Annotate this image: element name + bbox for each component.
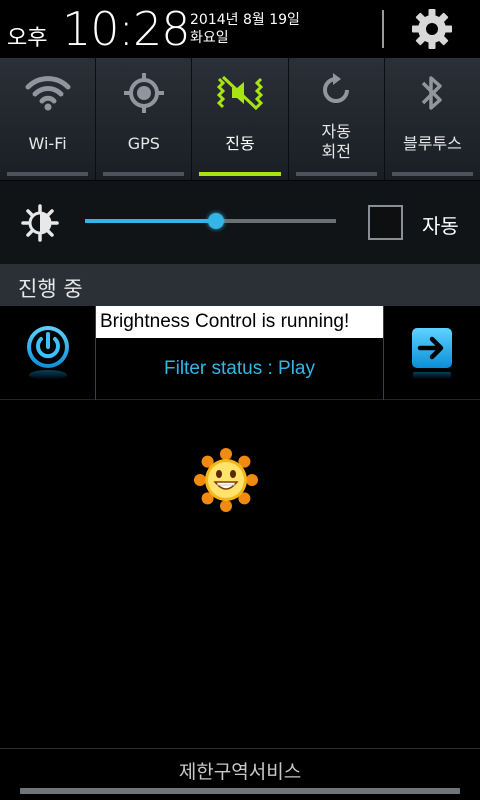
- toggle-label: 자동 회전: [321, 122, 351, 161]
- toggle-indicator: [103, 172, 185, 176]
- brightness-slider[interactable]: [85, 213, 336, 229]
- ampm-label: 오후: [7, 26, 48, 51]
- toggle-indicator: [199, 172, 281, 176]
- toggle-gps[interactable]: GPS: [96, 58, 193, 180]
- brightness-icon: [21, 204, 59, 242]
- notification-content: Brightness Control is running! Filter st…: [95, 306, 384, 400]
- settings-button[interactable]: [404, 4, 460, 54]
- power-icon: [26, 326, 69, 380]
- date-label: 2014년 8월 19일 화요일: [190, 11, 300, 47]
- drag-handle[interactable]: [20, 788, 460, 794]
- arrow-right-icon: [412, 328, 452, 379]
- auto-brightness-label: 자동: [422, 214, 459, 238]
- vibrate-icon: [216, 75, 264, 111]
- sun-mascot-icon: [194, 448, 258, 512]
- toggle-bluetooth[interactable]: 블루투스: [384, 58, 480, 180]
- toggle-label: 블루투스: [402, 134, 462, 153]
- toggle-indicator: [391, 172, 474, 176]
- brightness-row: 자동: [0, 180, 480, 264]
- carrier-label: 제한구역서비스: [178, 761, 302, 783]
- gps-icon: [123, 73, 164, 113]
- wifi-icon: [25, 76, 71, 111]
- quick-settings-panel: Wi-Fi GPS 진동 자동 회전 블루투스: [0, 58, 480, 180]
- toggle-auto-rotate[interactable]: 자동 회전: [288, 58, 385, 180]
- date-line: 2014년 8월 19일: [190, 12, 300, 28]
- slider-thumb[interactable]: [207, 213, 224, 229]
- status-header: 오후 10:28 2014년 8월 19일 화요일: [0, 0, 480, 58]
- toggle-vibrate[interactable]: 진동: [192, 58, 289, 180]
- notification-footer: 제한구역서비스: [0, 748, 480, 800]
- auto-brightness-checkbox[interactable]: [368, 205, 403, 240]
- toggle-label: GPS: [127, 134, 160, 153]
- ongoing-title: 진행 중: [18, 277, 83, 301]
- gear-icon: [412, 9, 452, 49]
- clock-time: 10:28: [62, 2, 191, 56]
- slider-fill: [85, 219, 216, 223]
- notification-status: Filter status : Play: [164, 358, 315, 379]
- notification-title: Brightness Control is running!: [96, 306, 383, 338]
- weekday-line: 화요일: [190, 30, 229, 46]
- toggle-label: 진동: [225, 134, 255, 153]
- notification-item[interactable]: Brightness Control is running! Filter st…: [0, 306, 480, 400]
- power-button[interactable]: [0, 306, 95, 400]
- bluetooth-icon: [422, 76, 443, 110]
- header-divider: [382, 10, 384, 48]
- rotate-icon: [323, 73, 350, 103]
- ongoing-section-header: 진행 중: [0, 264, 480, 306]
- toggle-indicator: [295, 172, 377, 176]
- toggle-label: Wi-Fi: [28, 134, 67, 153]
- toggle-wifi[interactable]: Wi-Fi: [0, 58, 97, 180]
- toggle-indicator: [7, 172, 89, 176]
- open-app-button[interactable]: [384, 306, 480, 400]
